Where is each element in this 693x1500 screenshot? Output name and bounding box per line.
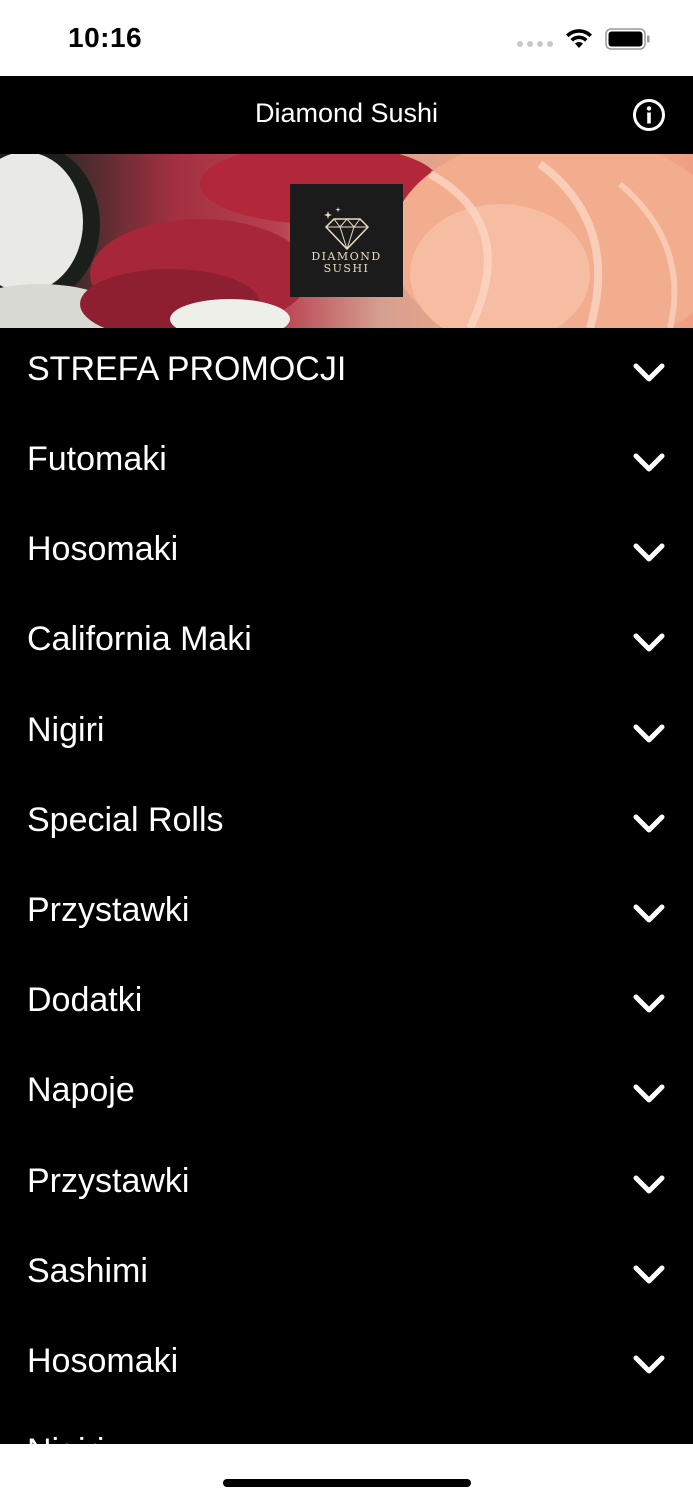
category-list: STREFA PROMOCJI Futomaki Hosomaki Califo… — [0, 328, 693, 1444]
category-label: Przystawki — [27, 891, 190, 929]
category-row-hosomaki-2[interactable]: Hosomaki — [0, 1320, 693, 1410]
category-label: Futomaki — [27, 440, 167, 478]
home-indicator[interactable] — [223, 1479, 471, 1487]
app-screen: 10:16 Diamond Sushi DIAMOND SUSHI STREFA… — [0, 0, 693, 1500]
chevron-down-icon — [633, 453, 665, 472]
category-label: Nigiri — [27, 1432, 104, 1444]
diamond-icon — [323, 206, 369, 250]
home-indicator-area — [0, 1444, 693, 1500]
chevron-down-icon — [633, 363, 665, 382]
chevron-down-icon — [633, 904, 665, 923]
category-row-nigiri-2[interactable]: Nigiri — [0, 1410, 693, 1444]
chevron-down-icon — [633, 1355, 665, 1374]
category-label: Napoje — [27, 1071, 135, 1109]
chevron-down-icon — [633, 633, 665, 652]
category-row-sashimi[interactable]: Sashimi — [0, 1230, 693, 1320]
category-row-nigiri[interactable]: Nigiri — [0, 689, 693, 779]
category-label: Sashimi — [27, 1252, 148, 1290]
category-row-california-maki[interactable]: California Maki — [0, 598, 693, 688]
page-title: Diamond Sushi — [254, 98, 439, 128]
battery-icon — [605, 28, 650, 50]
info-button[interactable] — [632, 98, 666, 132]
category-label: Przystawki — [27, 1162, 190, 1200]
category-row-strefa-promocji[interactable]: STREFA PROMOCJI — [0, 328, 693, 418]
category-label: Dodatki — [27, 981, 143, 1019]
category-label: Special Rolls — [27, 801, 224, 839]
status-time: 10:16 — [68, 22, 143, 53]
wifi-icon — [566, 29, 592, 48]
category-row-dodatki[interactable]: Dodatki — [0, 959, 693, 1049]
category-label: STREFA PROMOCJI — [27, 350, 347, 388]
chevron-down-icon — [633, 543, 665, 562]
chevron-down-icon — [633, 994, 665, 1013]
category-row-futomaki[interactable]: Futomaki — [0, 418, 693, 508]
chevron-down-icon — [633, 1265, 665, 1284]
category-row-special-rolls[interactable]: Special Rolls — [0, 779, 693, 869]
category-row-przystawki[interactable]: Przystawki — [0, 869, 693, 959]
restaurant-logo: DIAMOND SUSHI — [290, 184, 403, 297]
category-label: Nigiri — [27, 711, 105, 749]
header-banner-image: DIAMOND SUSHI — [0, 154, 693, 328]
status-icons — [517, 24, 651, 54]
chevron-down-icon — [633, 1175, 665, 1194]
category-label: California Maki — [27, 620, 252, 658]
category-row-napoje[interactable]: Napoje — [0, 1049, 693, 1139]
chevron-down-icon — [633, 1084, 665, 1103]
category-label: Hosomaki — [27, 530, 179, 568]
chevron-down-icon — [633, 814, 665, 833]
info-icon — [633, 99, 665, 131]
category-row-przystawki-2[interactable]: Przystawki — [0, 1140, 693, 1230]
category-label: Hosomaki — [27, 1342, 179, 1380]
navigation-bar: Diamond Sushi — [0, 76, 693, 154]
status-bar: 10:16 — [0, 0, 693, 76]
logo-text-line1: DIAMOND — [311, 249, 382, 263]
logo-text-line2: SUSHI — [323, 261, 370, 275]
category-row-hosomaki[interactable]: Hosomaki — [0, 508, 693, 598]
cellular-signal-icon — [517, 41, 553, 47]
chevron-down-icon — [633, 724, 665, 743]
